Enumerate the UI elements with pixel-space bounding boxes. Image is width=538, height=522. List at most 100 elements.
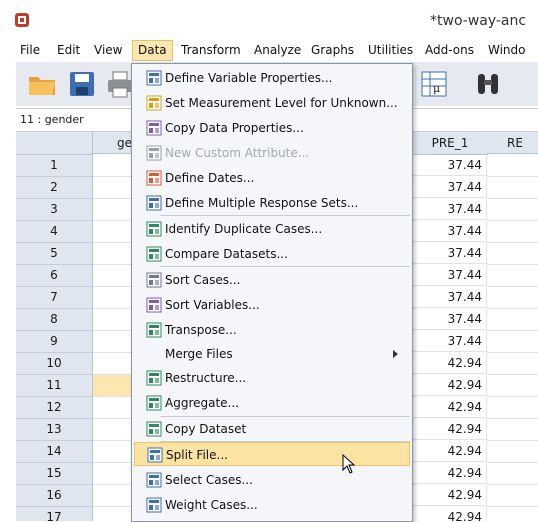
- menu-analyze[interactable]: Analyze: [254, 43, 301, 57]
- menu-item-define-variable-properties[interactable]: Define Variable Properties...: [134, 66, 410, 90]
- menu-item-sort-cases[interactable]: Sort Cases...: [134, 268, 410, 292]
- menu-item-compare-datasets[interactable]: Compare Datasets...: [134, 242, 410, 266]
- menu-addons[interactable]: Add-ons: [425, 43, 474, 57]
- menu-separator: [160, 266, 410, 267]
- cell-pre-1[interactable]: 42.94: [413, 419, 487, 440]
- define-variable-properties-icon: [146, 70, 162, 86]
- cell-re[interactable]: [487, 419, 538, 441]
- binoculars-icon[interactable]: [472, 68, 504, 100]
- cell-pre-1[interactable]: 37.44: [413, 287, 487, 308]
- cell-pre-1[interactable]: 42.94: [413, 353, 487, 374]
- open-folder-icon[interactable]: [26, 68, 58, 100]
- row-header[interactable]: 7: [16, 287, 93, 309]
- cell-re[interactable]: [487, 463, 538, 485]
- row-header[interactable]: 16: [16, 485, 93, 507]
- row-header[interactable]: 15: [16, 463, 93, 485]
- menu-transform[interactable]: Transform: [181, 43, 241, 57]
- column-header-re[interactable]: RE: [487, 132, 538, 154]
- row-header[interactable]: 13: [16, 419, 93, 441]
- cell-pre-1[interactable]: 42.94: [413, 485, 487, 506]
- cell-pre-1[interactable]: 37.44: [413, 309, 487, 330]
- menu-item-set-measurement-level-for-unknown[interactable]: Set Measurement Level for Unknown...: [134, 91, 410, 115]
- menu-separator: [160, 215, 410, 216]
- cell-re[interactable]: [487, 441, 538, 463]
- row-header[interactable]: 1: [16, 155, 93, 177]
- cell-re[interactable]: [487, 265, 538, 287]
- save-icon[interactable]: [66, 68, 98, 100]
- row-header[interactable]: 2: [16, 177, 93, 199]
- cell-pre-1[interactable]: 42.94: [413, 507, 487, 521]
- row-header[interactable]: 14: [16, 441, 93, 463]
- cell-re[interactable]: [487, 353, 538, 375]
- menu-window[interactable]: Windo: [488, 43, 526, 57]
- menu-item-identify-duplicate-cases[interactable]: Identify Duplicate Cases...: [134, 217, 410, 241]
- menu-utilities[interactable]: Utilities: [368, 43, 413, 57]
- cell-pre-1[interactable]: 42.94: [413, 375, 487, 396]
- row-header[interactable]: 12: [16, 397, 93, 419]
- menu-item-label: Select Cases...: [165, 473, 253, 487]
- cell-re[interactable]: [487, 331, 538, 353]
- compare-datasets-icon: [146, 246, 162, 262]
- cell-pre-1[interactable]: 37.44: [413, 177, 487, 198]
- window-title: *two-way-anc: [430, 13, 527, 29]
- row-header[interactable]: 3: [16, 199, 93, 221]
- menu-item-define-multiple-response-sets[interactable]: Define Multiple Response Sets...: [134, 191, 410, 215]
- weight-cases-icon: [146, 497, 162, 513]
- menu-item-restructure[interactable]: Restructure...: [134, 366, 410, 390]
- menu-data[interactable]: Data: [132, 40, 173, 61]
- menu-item-transpose[interactable]: Transpose...: [134, 318, 410, 342]
- row-header[interactable]: 4: [16, 221, 93, 243]
- menu-graphs[interactable]: Graphs: [311, 43, 354, 57]
- custom-attribute-icon: [146, 145, 162, 161]
- row-header[interactable]: 17: [16, 507, 93, 521]
- cell-re[interactable]: [487, 485, 538, 507]
- cell-pre-1[interactable]: 37.44: [413, 331, 487, 352]
- menu-bar: File Edit View Data Transform Analyze Gr…: [0, 40, 538, 62]
- row-header[interactable]: 6: [16, 265, 93, 287]
- menu-item-merge-files[interactable]: Merge Files: [134, 342, 410, 366]
- cell-pre-1[interactable]: 42.94: [413, 397, 487, 418]
- menu-item-label: Sort Variables...: [165, 298, 260, 312]
- row-header[interactable]: 5: [16, 243, 93, 265]
- row-header[interactable]: 10: [16, 353, 93, 375]
- cell-pre-1[interactable]: 42.94: [413, 463, 487, 484]
- cell-re[interactable]: [487, 309, 538, 331]
- cell-re[interactable]: [487, 375, 538, 397]
- menu-item-label: Define Variable Properties...: [165, 71, 333, 85]
- menu-item-copy-dataset[interactable]: Copy Dataset: [134, 417, 410, 441]
- menu-item-select-cases[interactable]: Select Cases...: [134, 468, 410, 492]
- app-icon: [15, 13, 29, 27]
- menu-item-copy-data-properties[interactable]: Copy Data Properties...: [134, 116, 410, 140]
- cell-re[interactable]: [487, 155, 538, 177]
- column-header-pre-1[interactable]: PRE_1: [413, 132, 488, 155]
- variable-view-icon[interactable]: μ: [418, 68, 450, 100]
- cell-re[interactable]: [487, 199, 538, 221]
- cell-re[interactable]: [487, 397, 538, 419]
- cell-pre-1[interactable]: 37.44: [413, 265, 487, 286]
- cell-re[interactable]: [487, 507, 538, 521]
- cell-pre-1[interactable]: 37.44: [413, 221, 487, 242]
- menu-item-split-file[interactable]: Split File...: [134, 442, 410, 466]
- menu-item-define-dates[interactable]: Define Dates...: [134, 166, 410, 190]
- sort-cases-icon: [146, 272, 162, 288]
- cell-re[interactable]: [487, 243, 538, 265]
- menu-item-weight-cases[interactable]: Weight Cases...: [134, 493, 410, 517]
- duplicate-cases-icon: [146, 221, 162, 237]
- cell-re[interactable]: [487, 177, 538, 199]
- cell-pre-1[interactable]: 37.44: [413, 199, 487, 220]
- cell-pre-1[interactable]: 37.44: [413, 243, 487, 264]
- row-header[interactable]: 11: [16, 375, 93, 397]
- cell-pre-1[interactable]: 37.44: [413, 155, 487, 176]
- copy-data-properties-icon: [146, 120, 162, 136]
- menu-view[interactable]: View: [94, 43, 122, 57]
- cell-pre-1[interactable]: 42.94: [413, 441, 487, 462]
- menu-file[interactable]: File: [20, 43, 40, 57]
- row-header[interactable]: 8: [16, 309, 93, 331]
- submenu-arrow-icon: [393, 350, 398, 358]
- cell-re[interactable]: [487, 287, 538, 309]
- menu-item-aggregate[interactable]: Aggregate...: [134, 391, 410, 415]
- menu-item-sort-variables[interactable]: Sort Variables...: [134, 293, 410, 317]
- cell-re[interactable]: [487, 221, 538, 243]
- row-header[interactable]: 9: [16, 331, 93, 353]
- menu-edit[interactable]: Edit: [57, 43, 80, 57]
